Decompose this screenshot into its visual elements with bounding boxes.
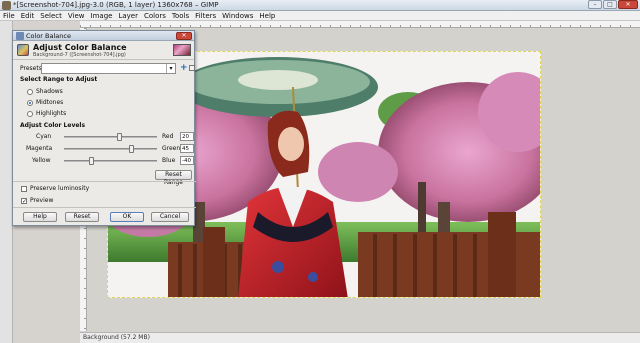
dialog-heading: Adjust Color Balance <box>33 43 127 52</box>
presets-row: Presets: ▾ + <box>13 63 195 75</box>
add-preset-icon[interactable]: + <box>180 63 188 73</box>
radio-shadows-dot[interactable] <box>27 88 33 95</box>
slider-handle[interactable] <box>89 157 95 165</box>
dialog-close-button[interactable]: ✕ <box>176 32 192 40</box>
color-balance-icon <box>17 44 29 56</box>
preserve-luminosity-label: Preserve luminosity <box>30 185 90 192</box>
radio-highlights-dot[interactable] <box>27 110 33 117</box>
radio-highlights-label: Highlights <box>36 110 67 117</box>
radio-midtones[interactable]: Midtones <box>27 99 63 106</box>
preview-box[interactable]: ✓ <box>21 197 27 204</box>
preset-menu-icon[interactable] <box>189 65 195 71</box>
reset-button[interactable]: Reset <box>65 212 99 222</box>
close-button[interactable]: ✕ <box>618 0 638 9</box>
slider-row-cyan-red: Cyan Red 20 <box>13 132 196 142</box>
magenta-green-slider[interactable] <box>64 145 157 153</box>
dialog-app-icon <box>16 32 24 40</box>
layer-thumbnail <box>173 44 191 56</box>
cyan-red-slider[interactable] <box>64 133 157 141</box>
dialog-titlebar: Color Balance ✕ <box>13 31 194 41</box>
menu-layer[interactable]: Layer <box>118 11 138 20</box>
color-balance-dialog: Color Balance ✕ Adjust Color Balance Bac… <box>12 30 196 226</box>
presets-combo[interactable]: ▾ <box>41 63 176 74</box>
minimize-button[interactable]: – <box>588 0 602 9</box>
preserve-luminosity-checkbox[interactable]: Preserve luminosity <box>21 185 89 192</box>
radio-midtones-dot[interactable] <box>27 99 33 106</box>
radio-shadows-label: Shadows <box>36 88 63 95</box>
radio-midtones-label: Midtones <box>36 99 64 106</box>
slider-handle[interactable] <box>128 145 134 153</box>
cancel-button[interactable]: Cancel <box>151 212 189 222</box>
divider <box>13 181 196 182</box>
window-controls: – □ ✕ <box>588 0 638 9</box>
menu-filters[interactable]: Filters <box>195 11 216 20</box>
slider-row-yellow-blue: Yellow Blue -40 <box>13 156 196 166</box>
maximize-button[interactable]: □ <box>603 0 617 9</box>
slider-right-label: Green <box>162 145 181 152</box>
dialog-title: Color Balance <box>26 32 71 40</box>
menu-file[interactable]: File <box>3 11 15 20</box>
menu-windows[interactable]: Windows <box>222 11 253 20</box>
slider-left-label: Magenta <box>26 145 53 152</box>
radio-highlights[interactable]: Highlights <box>27 110 66 117</box>
cyan-red-value[interactable]: 20 <box>180 132 194 141</box>
divider <box>13 207 196 208</box>
menu-select[interactable]: Select <box>40 11 62 20</box>
slider-row-magenta-green: Magenta Green 45 <box>13 144 196 154</box>
magenta-green-value[interactable]: 45 <box>180 144 194 153</box>
menu-colors[interactable]: Colors <box>144 11 166 20</box>
radio-shadows[interactable]: Shadows <box>27 88 63 95</box>
dialog-header: Adjust Color Balance Background-7 ([Scre… <box>13 41 194 60</box>
slider-left-label: Yellow <box>32 157 51 164</box>
status-bar: Background (57.2 MB) <box>80 332 640 343</box>
yellow-blue-slider[interactable] <box>64 157 157 165</box>
menu-help[interactable]: Help <box>259 11 275 20</box>
reset-range-button[interactable]: Reset Range <box>155 170 192 186</box>
slider-right-label: Red <box>162 133 174 140</box>
gimp-app-icon <box>2 1 11 10</box>
menubar: File Edit Select View Image Layer Colors… <box>0 11 640 21</box>
preserve-luminosity-box[interactable] <box>21 185 27 192</box>
menu-image[interactable]: Image <box>91 11 113 20</box>
menu-edit[interactable]: Edit <box>21 11 35 20</box>
slider-handle[interactable] <box>117 133 123 141</box>
window-title: *[Screenshot-704].jpg-3.0 (RGB, 1 layer)… <box>13 1 219 9</box>
ok-button[interactable]: OK <box>110 212 144 222</box>
window-titlebar: *[Screenshot-704].jpg-3.0 (RGB, 1 layer)… <box>0 0 640 11</box>
slider-right-label: Blue <box>162 157 176 164</box>
preview-label: Preview <box>30 197 54 204</box>
help-button[interactable]: Help <box>23 212 57 222</box>
chevron-down-icon[interactable]: ▾ <box>166 64 175 73</box>
yellow-blue-value[interactable]: -40 <box>180 156 194 165</box>
preview-checkbox[interactable]: ✓ Preview <box>21 197 53 204</box>
horizontal-ruler[interactable] <box>80 21 640 28</box>
range-section-title: Select Range to Adjust <box>20 76 98 83</box>
status-text: Background (57.2 MB) <box>83 334 150 341</box>
levels-section-title: Adjust Color Levels <box>20 122 86 129</box>
slider-left-label: Cyan <box>36 133 52 140</box>
dialog-subheading: Background-7 ([Screenshot-704].jpg) <box>33 52 126 58</box>
menu-view[interactable]: View <box>68 11 85 20</box>
menu-tools[interactable]: Tools <box>172 11 189 20</box>
